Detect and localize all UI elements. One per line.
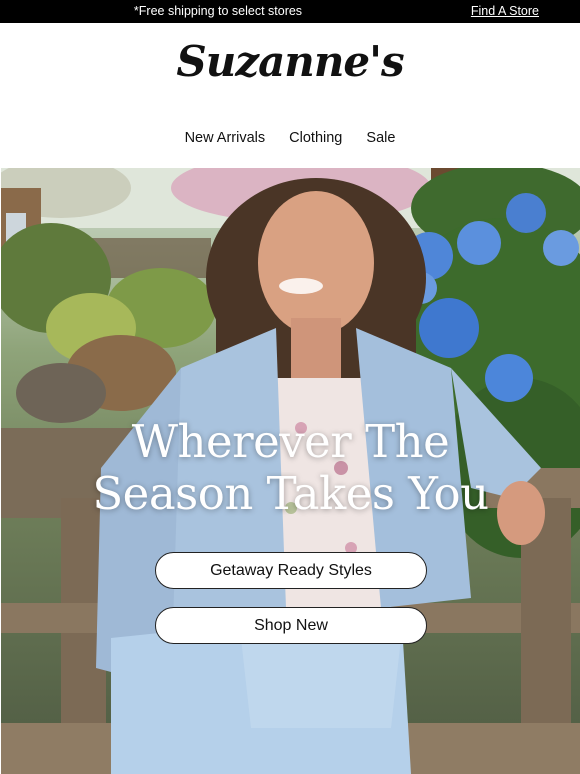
brand-logo[interactable]: Suzanne's [0, 37, 580, 86]
promo-bar: *Free shipping to select stores Find A S… [0, 0, 580, 23]
nav-sale[interactable]: Sale [366, 130, 395, 146]
nav-new-arrivals[interactable]: New Arrivals [185, 130, 266, 146]
getaway-ready-styles-button[interactable]: Getaway Ready Styles [155, 552, 427, 589]
headline-line-1: Wherever The [131, 415, 450, 468]
shop-new-button[interactable]: Shop New [155, 607, 427, 644]
site-header: Suzanne's New Arrivals Clothing Sale [0, 23, 580, 168]
main-nav: New Arrivals Clothing Sale [0, 130, 580, 146]
headline-line-2: Season Takes You [92, 467, 489, 520]
find-a-store-link[interactable]: Find A Store [471, 0, 539, 23]
free-shipping-text: *Free shipping to select stores [133, 4, 303, 18]
nav-clothing[interactable]: Clothing [289, 130, 342, 146]
hero-headline: Wherever The Season Takes You [1, 416, 580, 520]
hero-banner[interactable]: Wherever The Season Takes You Getaway Re… [1, 168, 580, 774]
